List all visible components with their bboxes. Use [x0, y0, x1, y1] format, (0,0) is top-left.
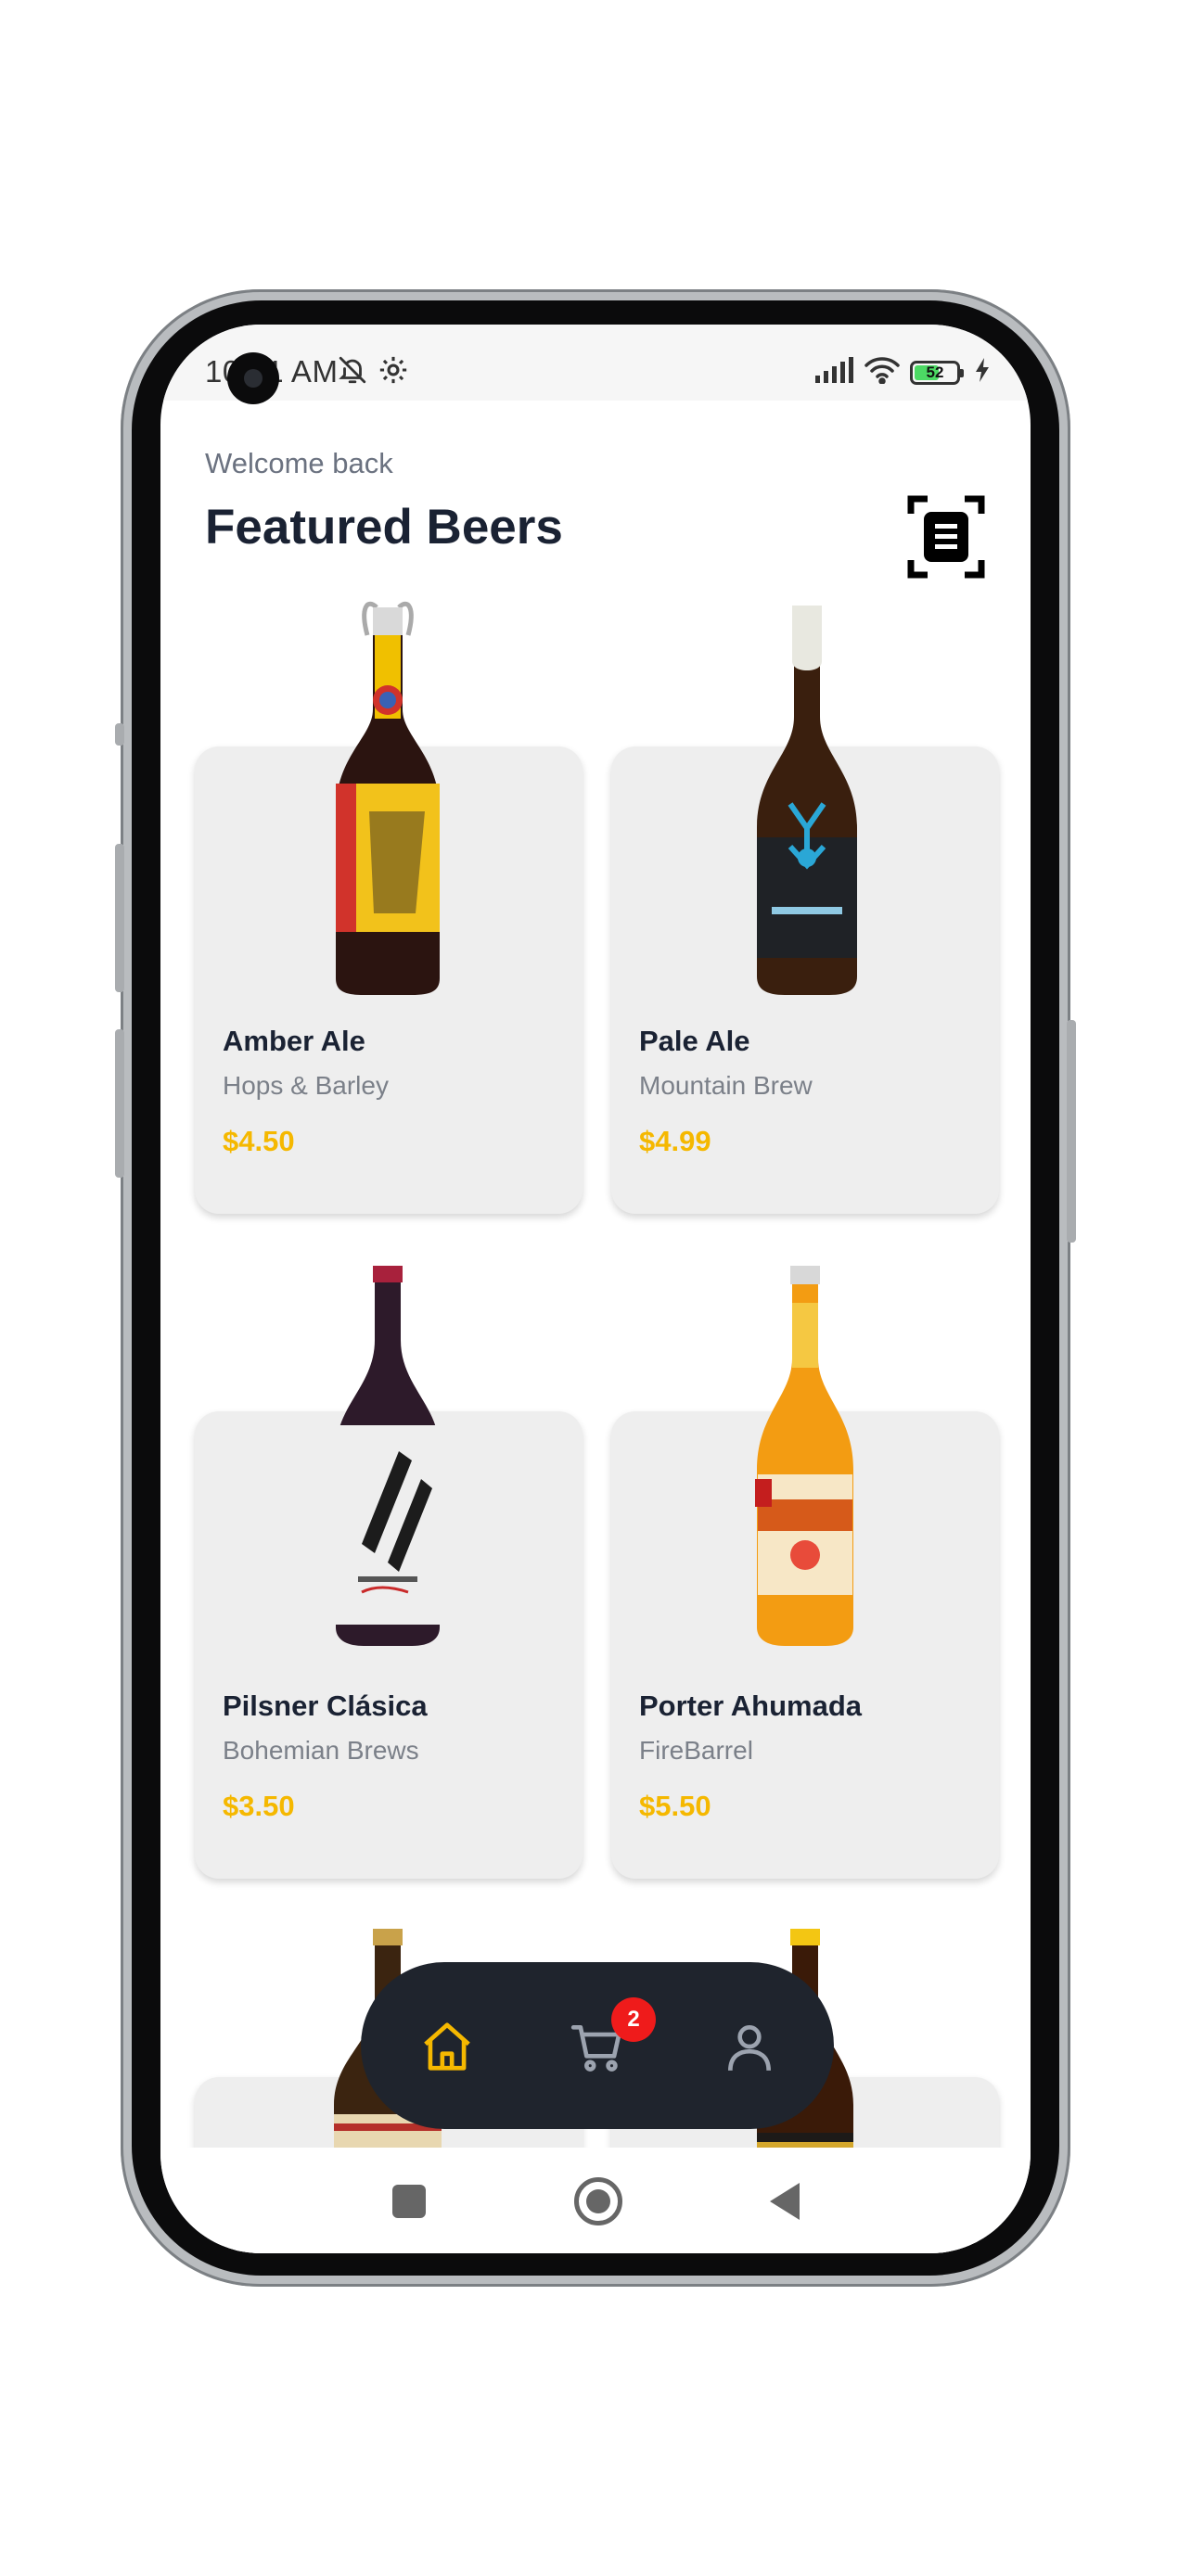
- product-name: Pale Ale: [639, 1025, 750, 1057]
- scan-button[interactable]: [907, 493, 985, 580]
- nav-home[interactable]: [405, 2005, 489, 2088]
- product-brand: FireBarrel: [639, 1736, 753, 1765]
- volume-up-button: [115, 723, 124, 746]
- product-price: $5.50: [639, 1790, 711, 1822]
- product-image: [336, 1266, 440, 1646]
- power-button: [1067, 1020, 1076, 1243]
- product-price: $3.50: [223, 1790, 295, 1822]
- product-image: [755, 1266, 853, 1646]
- signal-icon: [815, 357, 854, 388]
- product-card[interactable]: Pale Ale Mountain Brew $4.99: [611, 606, 999, 1214]
- product-name: Pilsner Clásica: [223, 1690, 428, 1722]
- page-title: Featured Beers: [205, 500, 563, 555]
- cart-badge: 2: [611, 1997, 656, 2042]
- product-card[interactable]: Pilsner Clásica Bohemian Brews $3.50: [195, 1266, 583, 1879]
- scan-document-icon: [907, 495, 985, 579]
- product-image: [336, 601, 440, 995]
- product-card[interactable]: Porter Ahumada FireBarrel $5.50: [611, 1266, 999, 1879]
- bell-muted-icon: [337, 354, 368, 390]
- battery-level: 52: [926, 363, 944, 381]
- side-button: [115, 1029, 124, 1178]
- app-screen: 10:01 AM: [160, 325, 1031, 2253]
- product-price: $4.50: [223, 1125, 295, 1157]
- side-button: [115, 844, 124, 992]
- product-card[interactable]: Amber Ale Hops & Barley $4.50: [195, 601, 583, 1214]
- profile-icon: [728, 2025, 771, 2071]
- home-system-button[interactable]: [574, 2177, 622, 2225]
- product-image: [757, 606, 857, 995]
- settings-icon: [378, 354, 409, 390]
- product-brand: Bohemian Brews: [223, 1736, 419, 1765]
- home-icon: [424, 2022, 470, 2071]
- product-brand: Hops & Barley: [223, 1071, 389, 1100]
- system-nav-bar: [160, 2148, 1031, 2253]
- product-price: $4.99: [639, 1125, 711, 1157]
- recents-button[interactable]: [392, 2185, 426, 2218]
- bottom-nav: 2: [361, 1962, 834, 2129]
- wifi-icon: [864, 356, 901, 389]
- back-button[interactable]: [770, 2183, 800, 2220]
- nav-cart[interactable]: 2: [556, 1997, 656, 2088]
- welcome-text: Welcome back: [205, 447, 393, 479]
- product-name: Porter Ahumada: [639, 1690, 863, 1722]
- nav-profile[interactable]: [708, 2005, 791, 2088]
- product-brand: Mountain Brew: [639, 1071, 813, 1100]
- battery-icon: 52: [910, 360, 964, 385]
- status-bar: 10:01 AM: [160, 325, 1031, 404]
- charging-icon: [975, 358, 990, 387]
- front-camera: [227, 352, 279, 404]
- product-name: Amber Ale: [223, 1025, 365, 1057]
